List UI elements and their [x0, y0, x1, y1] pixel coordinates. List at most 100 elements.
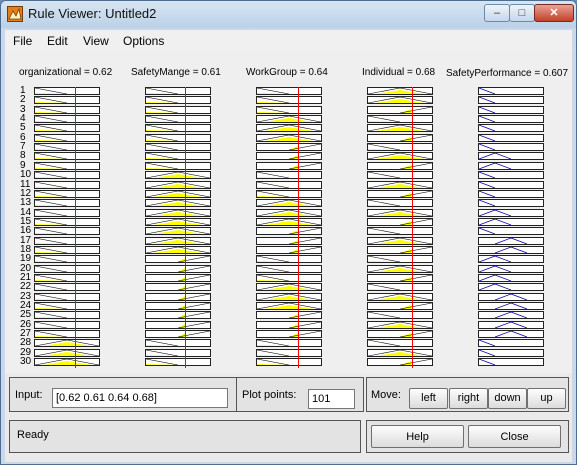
input-mf-cell[interactable]: [367, 105, 433, 114]
input-mf-cell[interactable]: [256, 227, 322, 236]
input-mf-cell[interactable]: [367, 199, 433, 208]
output-mf-cell[interactable]: [478, 133, 544, 142]
input-mf-cell[interactable]: [34, 227, 100, 236]
input-mf-cell[interactable]: [256, 348, 322, 357]
input-mf-cell[interactable]: [145, 115, 211, 124]
input-mf-cell[interactable]: [256, 330, 322, 339]
close-button[interactable]: Close: [468, 425, 561, 448]
input-mf-cell[interactable]: [367, 171, 433, 180]
input-mf-cell[interactable]: [34, 264, 100, 273]
input-mf-cell[interactable]: [34, 208, 100, 217]
input-mf-cell[interactable]: [145, 124, 211, 133]
output-mf-cell[interactable]: [478, 302, 544, 311]
input-mf-cell[interactable]: [256, 180, 322, 189]
input-mf-cell[interactable]: [367, 245, 433, 254]
input-mf-cell[interactable]: [367, 236, 433, 245]
output-mf-cell[interactable]: [478, 339, 544, 348]
input-mf-cell[interactable]: [367, 274, 433, 282]
input-mf-cell[interactable]: [367, 217, 433, 226]
input-mf-cell[interactable]: [145, 292, 211, 301]
output-mf-cell[interactable]: [478, 236, 544, 245]
output-mf-cell[interactable]: [478, 283, 544, 292]
input-mf-cell[interactable]: [145, 302, 211, 311]
minimize-button[interactable]: –: [484, 4, 510, 22]
input-mf-cell[interactable]: [256, 143, 322, 152]
output-mf-cell[interactable]: [478, 208, 544, 217]
input-mf-cell[interactable]: [34, 292, 100, 301]
input-mf-cell[interactable]: [145, 152, 211, 161]
input-mf-cell[interactable]: [34, 180, 100, 189]
move-right-button[interactable]: right: [449, 388, 488, 409]
input-mf-cell[interactable]: [145, 189, 211, 198]
output-mf-cell[interactable]: [478, 255, 544, 264]
menu-edit[interactable]: Edit: [47, 34, 68, 48]
input-mf-cell[interactable]: [256, 274, 322, 282]
output-mf-cell[interactable]: [478, 124, 544, 133]
input-mf-cell[interactable]: [34, 302, 100, 311]
input-mf-cell[interactable]: [256, 105, 322, 114]
input-mf-cell[interactable]: [34, 171, 100, 180]
input-mf-cell[interactable]: [145, 96, 211, 105]
output-mf-cell[interactable]: [478, 348, 544, 357]
input-value-line[interactable]: [185, 87, 187, 368]
input-mf-cell[interactable]: [34, 143, 100, 152]
input-mf-cell[interactable]: [367, 152, 433, 161]
input-mf-cell[interactable]: [34, 217, 100, 226]
input-mf-cell[interactable]: [367, 189, 433, 198]
input-mf-cell[interactable]: [34, 255, 100, 264]
input-mf-cell[interactable]: [256, 236, 322, 245]
input-mf-cell[interactable]: [367, 96, 433, 105]
input-mf-cell[interactable]: [256, 171, 322, 180]
output-mf-cell[interactable]: [478, 87, 544, 95]
input-mf-cell[interactable]: [145, 161, 211, 170]
input-mf-cell[interactable]: [256, 152, 322, 161]
output-mf-cell[interactable]: [478, 311, 544, 320]
input-mf-cell[interactable]: [256, 339, 322, 348]
input-mf-cell[interactable]: [34, 115, 100, 124]
input-mf-cell[interactable]: [367, 227, 433, 236]
close-window-button[interactable]: ✕: [534, 4, 574, 22]
output-mf-cell[interactable]: [478, 330, 544, 339]
output-mf-cell[interactable]: [478, 245, 544, 254]
input-mf-cell[interactable]: [367, 283, 433, 292]
input-mf-cell[interactable]: [145, 274, 211, 282]
input-mf-cell[interactable]: [367, 339, 433, 348]
input-mf-cell[interactable]: [367, 133, 433, 142]
input-mf-cell[interactable]: [256, 208, 322, 217]
output-mf-cell[interactable]: [478, 105, 544, 114]
input-mf-cell[interactable]: [256, 115, 322, 124]
input-mf-cell[interactable]: [145, 180, 211, 189]
input-mf-cell[interactable]: [367, 161, 433, 170]
input-mf-cell[interactable]: [256, 320, 322, 329]
input-mf-cell[interactable]: [367, 180, 433, 189]
input-mf-cell[interactable]: [145, 311, 211, 320]
input-mf-cell[interactable]: [367, 115, 433, 124]
input-mf-cell[interactable]: [145, 236, 211, 245]
input-mf-cell[interactable]: [34, 339, 100, 348]
input-mf-cell[interactable]: [256, 255, 322, 264]
input-value-line[interactable]: [411, 87, 413, 368]
input-mf-cell[interactable]: [145, 87, 211, 95]
input-mf-cell[interactable]: [34, 133, 100, 142]
input-mf-cell[interactable]: [367, 87, 433, 95]
output-mf-cell[interactable]: [478, 152, 544, 161]
input-mf-cell[interactable]: [367, 302, 433, 311]
output-mf-cell[interactable]: [478, 180, 544, 189]
maximize-button[interactable]: □: [509, 4, 535, 22]
move-up-button[interactable]: up: [527, 388, 566, 409]
input-mf-cell[interactable]: [34, 311, 100, 320]
input-mf-cell[interactable]: [34, 320, 100, 329]
input-mf-cell[interactable]: [256, 292, 322, 301]
input-mf-cell[interactable]: [145, 320, 211, 329]
output-mf-cell[interactable]: [478, 274, 544, 282]
input-mf-cell[interactable]: [256, 245, 322, 254]
input-field[interactable]: [0.62 0.61 0.64 0.68]: [52, 388, 228, 408]
input-mf-cell[interactable]: [256, 264, 322, 273]
input-mf-cell[interactable]: [145, 208, 211, 217]
output-mf-cell[interactable]: [478, 320, 544, 329]
input-mf-cell[interactable]: [256, 189, 322, 198]
input-mf-cell[interactable]: [34, 161, 100, 170]
input-mf-cell[interactable]: [34, 87, 100, 95]
input-mf-cell[interactable]: [256, 161, 322, 170]
help-button[interactable]: Help: [371, 425, 464, 448]
